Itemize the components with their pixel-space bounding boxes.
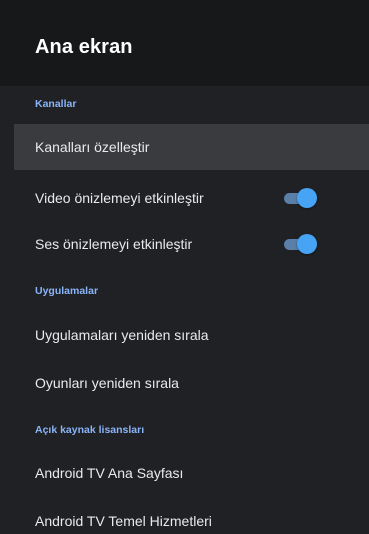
toggle-thumb [297, 234, 317, 254]
menu-item-tv-home[interactable]: Android TV Ana Sayfası [14, 450, 369, 496]
menu-item-label: Oyunları yeniden sırala [35, 375, 179, 391]
audio-preview-toggle[interactable] [284, 234, 318, 254]
settings-panel: Ana ekran Kanallar Kanalları özelleştir … [0, 0, 369, 534]
menu-item-audio-preview[interactable]: Ses önizlemeyi etkinleştir [14, 221, 369, 267]
menu-item-label: Android TV Ana Sayfası [35, 465, 184, 481]
menu-item-tv-core-services[interactable]: Android TV Temel Hizmetleri [14, 498, 369, 534]
menu-item-reorder-apps[interactable]: Uygulamaları yeniden sırala [14, 312, 369, 358]
section-header-apps: Uygulamalar [35, 285, 99, 297]
menu-item-label: Android TV Temel Hizmetleri [35, 513, 212, 529]
video-preview-toggle[interactable] [284, 188, 318, 208]
menu-item-label: Ses önizlemeyi etkinleştir [35, 236, 193, 252]
menu-item-label: Video önizlemeyi etkinleştir [35, 190, 204, 206]
menu-item-video-preview[interactable]: Video önizlemeyi etkinleştir [14, 175, 369, 221]
section-header-channels: Kanallar [35, 98, 77, 110]
menu-item-reorder-games[interactable]: Oyunları yeniden sırala [14, 360, 369, 406]
section-header-licenses: Açık kaynak lisansları [35, 424, 145, 436]
page-title: Ana ekran [35, 36, 133, 58]
menu-item-label: Kanalları özelleştir [35, 139, 150, 155]
menu-item-label: Uygulamaları yeniden sırala [35, 327, 209, 343]
toggle-thumb [297, 188, 317, 208]
menu-item-customize-channels[interactable]: Kanalları özelleştir [14, 124, 369, 170]
panel-header: Ana ekran [0, 0, 369, 86]
